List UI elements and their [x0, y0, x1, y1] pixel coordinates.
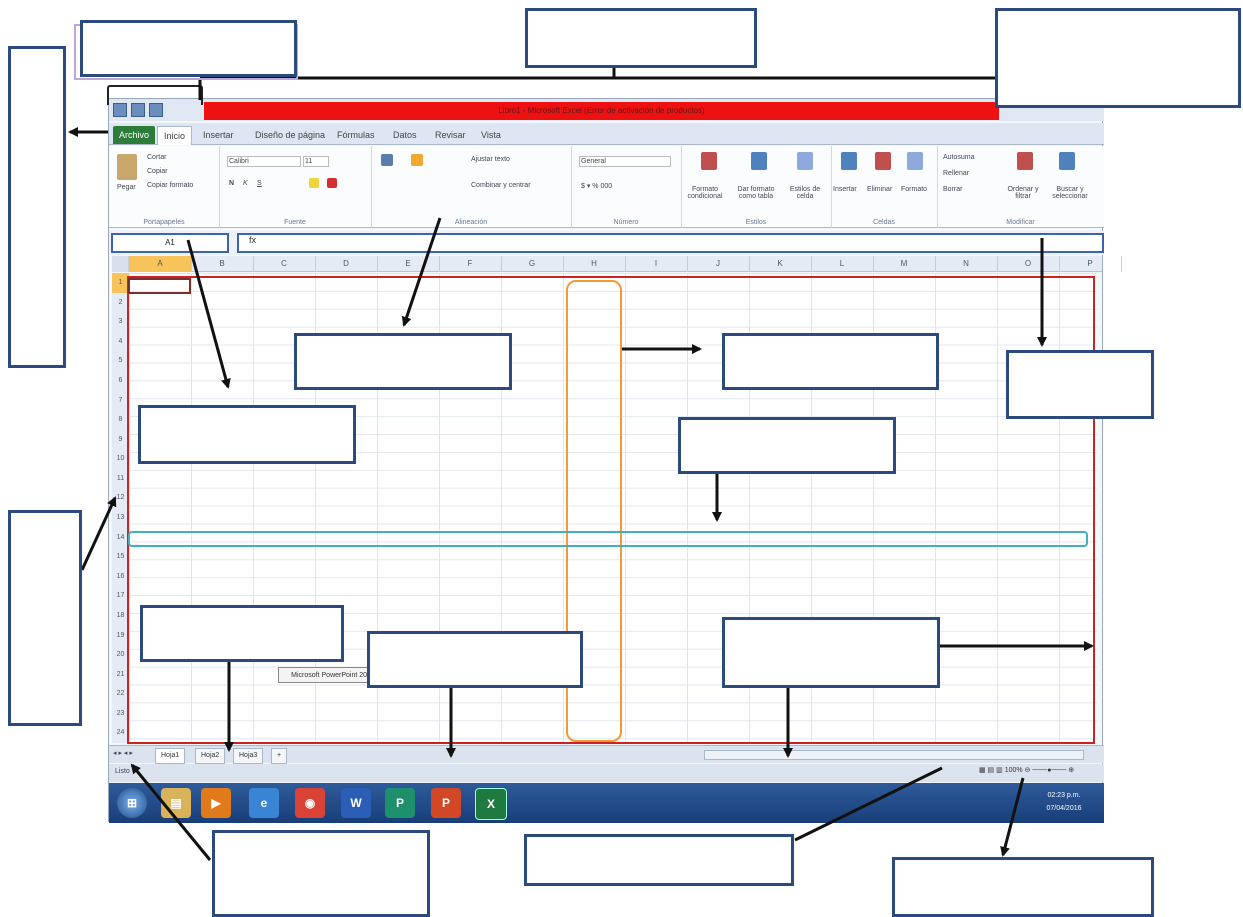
label-box-cell: [678, 417, 896, 474]
arrow-ribbon-group: [401, 217, 442, 327]
label-box-scrollbars: [722, 617, 940, 688]
label-box-title-bar: [525, 8, 757, 68]
label-box-window-controls: [995, 8, 1241, 108]
label-box-name-box: [138, 405, 356, 464]
label-box-formula-bar: [1006, 350, 1154, 419]
label-box-quick-access: [80, 20, 297, 77]
label-box-sheet-area: [367, 631, 583, 688]
label-box-column: [722, 333, 939, 390]
label-box-sheet-nav: [212, 830, 430, 917]
arrow-row-header: [80, 496, 117, 571]
line-view-buttons: [794, 766, 943, 842]
arrow-name-box: [186, 239, 231, 389]
arrow-zoom: [1000, 777, 1025, 857]
label-box-sheet-tab: [140, 605, 344, 662]
arrow-sheet-nav: [130, 763, 212, 861]
label-box-view-buttons: [524, 834, 794, 886]
label-box-zoom: [892, 857, 1154, 917]
label-box-archivo: [8, 46, 66, 368]
label-box-ribbon-group: [294, 333, 512, 390]
label-box-row: [8, 510, 82, 726]
